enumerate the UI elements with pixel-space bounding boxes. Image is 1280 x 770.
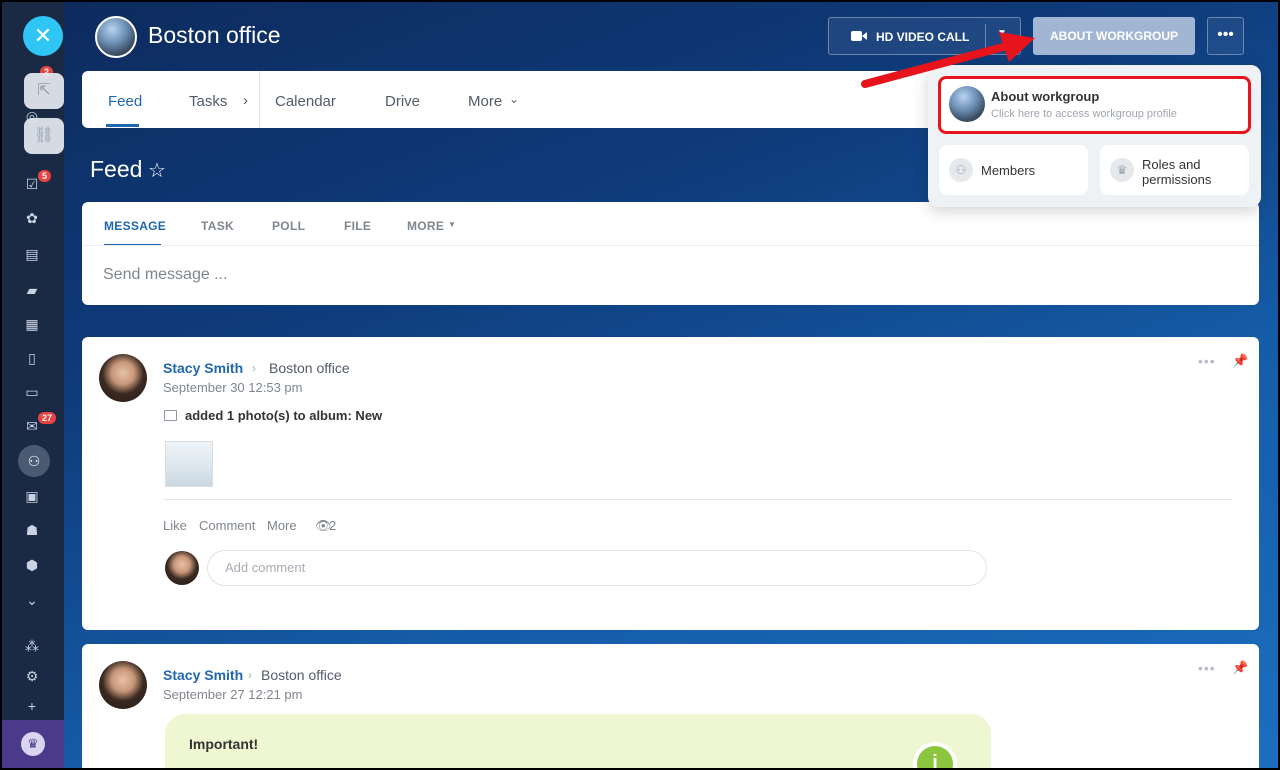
divider <box>163 499 1233 500</box>
box-icon[interactable]: ⬢ <box>22 555 42 575</box>
members-label: Members <box>981 163 1036 178</box>
members-icon: ⚇ <box>949 158 973 182</box>
more-dots-icon[interactable]: ••• <box>1207 17 1244 55</box>
like-button[interactable]: Like <box>163 518 187 533</box>
important-label: Important! <box>189 736 259 752</box>
expand-down-icon[interactable]: ⌄ <box>22 590 42 610</box>
composer-tab-task[interactable]: TASK <box>201 219 234 233</box>
divider <box>82 245 1259 246</box>
post-date[interactable]: September 30 12:53 pm <box>163 380 302 395</box>
more-button[interactable]: More <box>267 518 297 533</box>
pin-icon[interactable]: 📌 <box>1232 353 1248 369</box>
upgrade-plan[interactable]: ♛ <box>2 720 64 768</box>
chevron-right-icon: › <box>248 668 252 682</box>
feed-post: Stacy Smith › Boston office September 30… <box>82 337 1259 630</box>
workgroup-avatar <box>95 16 137 58</box>
chevron-right-icon[interactable]: › <box>243 92 248 109</box>
crm-icon[interactable]: ✿ <box>22 208 42 228</box>
photo-icon <box>164 410 177 421</box>
roles-label-line2: permissions <box>1142 172 1212 187</box>
post-author[interactable]: Stacy Smith <box>163 360 243 376</box>
calendar-icon[interactable]: ▦ <box>22 314 42 334</box>
workgroups-icon[interactable]: ⚇ <box>24 451 44 471</box>
composer-tab-file[interactable]: FILE <box>344 219 371 233</box>
important-message-block: Important! i <box>165 714 991 768</box>
contact-card-icon[interactable]: ▣ <box>22 486 42 506</box>
crown-icon: ♛ <box>1110 158 1134 182</box>
sidebar-badge-mail: 27 <box>38 412 57 424</box>
drive-icon[interactable]: ▭ <box>22 382 42 402</box>
post-action-text: added 1 photo(s) to album: New <box>185 408 383 423</box>
settings-gear-icon[interactable]: ⚙ <box>22 666 42 686</box>
sidebar-badge-tasks: 5 <box>38 170 52 182</box>
members-item[interactable]: ⚇ Members <box>939 145 1088 195</box>
left-sidebar: ✕ 2 ⇱ ◎ ⛓ ☑ 5 ✿ ▤ ▰ ▦ ▯ ▭ ✉ 27 ⚇ ▣ ☗ ⬢ ⌄… <box>2 2 64 768</box>
caret-down-icon[interactable]: ▼ <box>448 220 456 229</box>
link-icon[interactable]: ⛓ <box>24 118 64 154</box>
roles-label-line1: Roles and <box>1142 157 1201 172</box>
feed-heading: Feed <box>90 156 143 182</box>
post-menu-icon[interactable]: ••• <box>1198 353 1216 369</box>
post-date[interactable]: September 27 12:21 pm <box>163 687 302 702</box>
about-workgroup-button[interactable]: ABOUT WORKGROUP <box>1033 17 1195 55</box>
tab-calendar[interactable]: Calendar <box>275 93 336 110</box>
comment-button[interactable]: Comment <box>199 518 255 533</box>
post-target[interactable]: Boston office <box>269 360 350 376</box>
tab-drive[interactable]: Drive <box>385 93 420 110</box>
composer-tab-message[interactable]: MESSAGE <box>104 219 166 233</box>
tab-tasks[interactable]: Tasks <box>189 93 227 110</box>
composer-tab-poll[interactable]: POLL <box>272 219 305 233</box>
tab-more[interactable]: More <box>468 93 502 110</box>
info-icon: i <box>913 742 957 768</box>
add-comment-input[interactable]: Add comment <box>207 550 987 586</box>
post-target[interactable]: Boston office <box>261 667 342 683</box>
photo-thumbnail[interactable] <box>165 441 213 487</box>
active-tab-indicator <box>106 124 139 127</box>
close-icon[interactable]: ✕ <box>23 16 63 56</box>
app-window: ✕ 2 ⇱ ◎ ⛓ ☑ 5 ✿ ▤ ▰ ▦ ▯ ▭ ✉ 27 ⚇ ▣ ☗ ⬢ ⌄… <box>2 2 1278 768</box>
chevron-down-icon[interactable]: ⌄ <box>509 92 519 106</box>
chat-icon[interactable]: ▰ <box>22 280 42 300</box>
avatar[interactable] <box>99 661 147 709</box>
annotation-arrow <box>861 32 1035 88</box>
open-external-icon[interactable]: ⇱ <box>24 73 64 109</box>
robot-icon[interactable]: ☗ <box>22 520 42 540</box>
document-icon[interactable]: ▯ <box>22 348 42 368</box>
send-message-input[interactable]: Send message ... <box>103 266 228 284</box>
tab-divider <box>259 71 260 128</box>
add-plus-icon[interactable]: + <box>22 696 42 716</box>
post-author[interactable]: Stacy Smith <box>163 667 243 683</box>
star-icon[interactable]: ☆ <box>148 158 166 183</box>
chevron-right-icon: › <box>252 361 256 375</box>
avatar <box>165 551 199 585</box>
feed-post: Stacy Smith › Boston office September 27… <box>82 644 1259 768</box>
avatar[interactable] <box>99 354 147 402</box>
page-title: Boston office <box>148 22 281 48</box>
composer-tab-more[interactable]: MORE <box>407 219 444 233</box>
tab-feed[interactable]: Feed <box>108 93 142 110</box>
structure-icon[interactable]: ⁂ <box>22 636 42 656</box>
view-count: 2 <box>329 518 337 533</box>
post-composer: MESSAGE TASK POLL FILE MORE ▼ Send messa… <box>82 202 1259 305</box>
roles-permissions-item[interactable]: ♛ Roles and permissions <box>1100 145 1249 195</box>
pin-icon[interactable]: 📌 <box>1232 660 1248 676</box>
crown-icon: ♛ <box>21 732 45 756</box>
post-menu-icon[interactable]: ••• <box>1198 660 1216 676</box>
news-icon[interactable]: ▤ <box>22 244 42 264</box>
